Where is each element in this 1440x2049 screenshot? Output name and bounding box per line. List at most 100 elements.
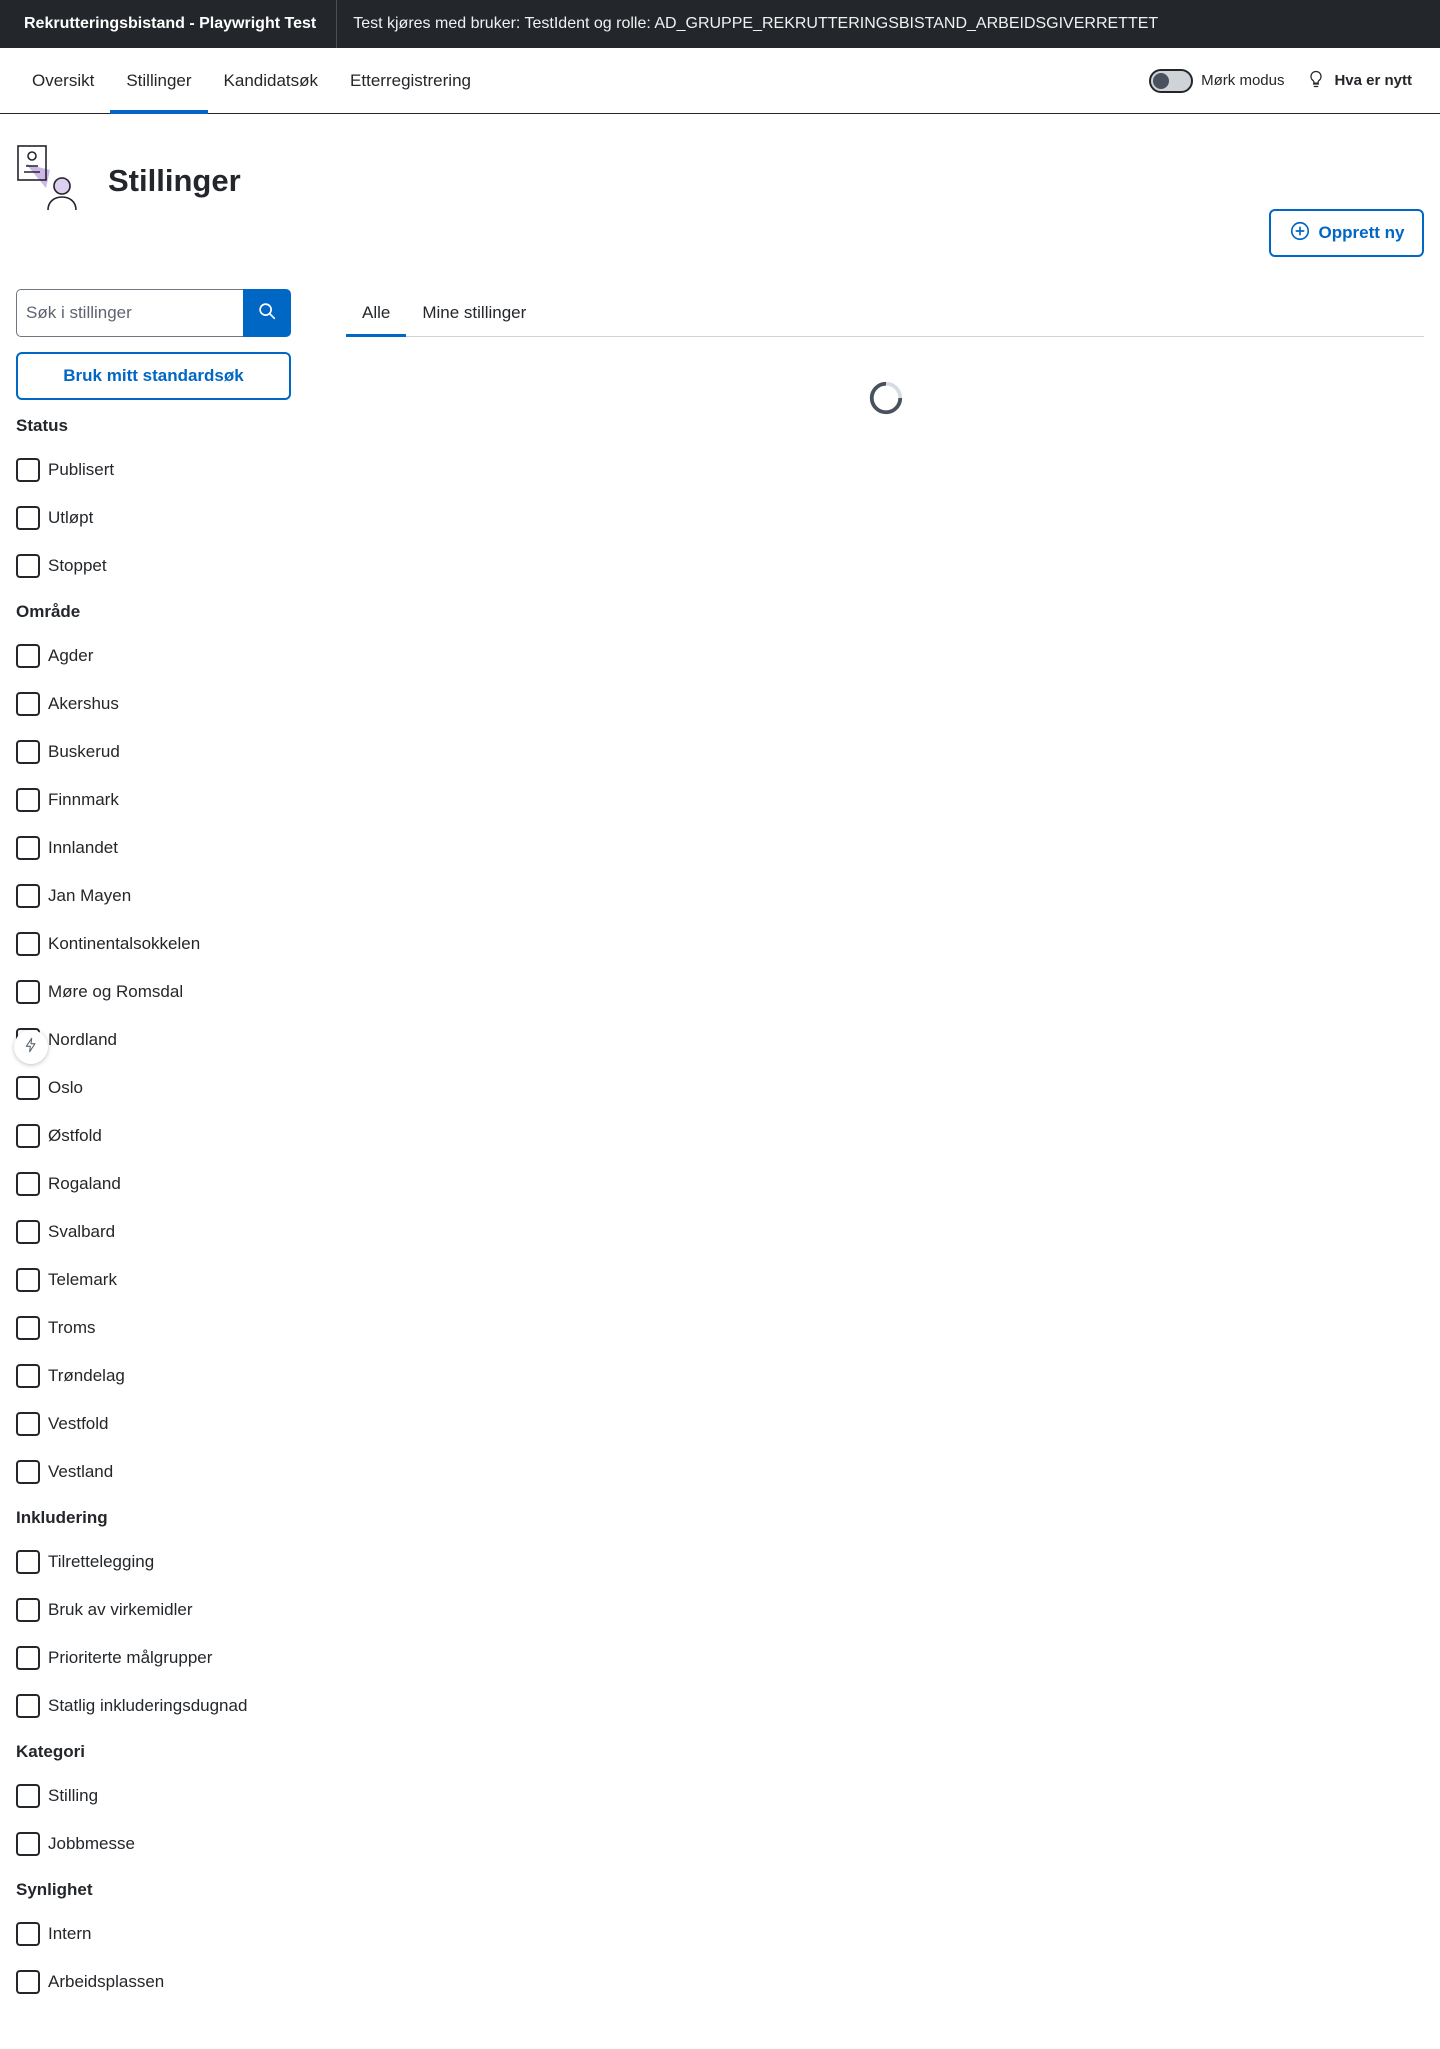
nav-tab-oversikt[interactable]: Oversikt [16, 48, 110, 113]
filter-sidebar: Søk i stillinger Bruk mitt standardsøk S… [16, 289, 291, 2006]
checkbox-box[interactable] [16, 1364, 40, 1388]
checkbox-box[interactable] [16, 1646, 40, 1670]
checkbox-jan-mayen[interactable]: Jan Mayen [16, 872, 291, 920]
nav-tab-etterregistrering[interactable]: Etterregistrering [334, 48, 487, 113]
checkbox-box[interactable] [16, 740, 40, 764]
search-input[interactable]: Søk i stillinger [16, 289, 243, 337]
checkbox-box[interactable] [16, 1460, 40, 1484]
floating-widget-button[interactable] [14, 1030, 48, 1064]
nav-tab-stillinger[interactable]: Stillinger [110, 48, 208, 114]
checkbox-box[interactable] [16, 692, 40, 716]
checkbox-box[interactable] [16, 1220, 40, 1244]
checkbox-tilrettelegging[interactable]: Tilrettelegging [16, 1538, 291, 1586]
filter-group-status: Status Publisert Utløpt Stoppet [16, 414, 291, 590]
checkbox-label: Tilrettelegging [48, 1552, 155, 1571]
checkbox-bruk-av-virkemidler[interactable]: Bruk av virkemidler [16, 1586, 291, 1634]
checkbox-stoppet[interactable]: Stoppet [16, 542, 291, 590]
checkbox-box[interactable] [16, 1922, 40, 1946]
checkbox-jobbmesse[interactable]: Jobbmesse [16, 1820, 291, 1868]
dark-mode-toggle[interactable]: Mørk modus [1149, 68, 1285, 93]
checkbox-label: Intern [48, 1924, 92, 1943]
checkbox-box[interactable] [16, 1316, 40, 1340]
whats-new-button[interactable]: Hva er nytt [1306, 69, 1412, 93]
checkbox-ostfold[interactable]: Østfold [16, 1112, 291, 1160]
checkbox-troms[interactable]: Troms [16, 1304, 291, 1352]
checkbox-label: Utløpt [48, 508, 94, 527]
checkbox-label: Vestfold [48, 1414, 109, 1433]
checkbox-statlig-inkluderingsdugnad[interactable]: Statlig inkluderingsdugnad [16, 1682, 291, 1730]
checkbox-box[interactable] [16, 836, 40, 860]
tab-alle[interactable]: Alle [346, 289, 407, 337]
checkbox-telemark[interactable]: Telemark [16, 1256, 291, 1304]
checkbox-label: Møre og Romsdal [48, 982, 184, 1001]
test-user-info: Test kjøres med bruker: TestIdent og rol… [353, 15, 1159, 32]
nav-tab-kandidatsok[interactable]: Kandidatsøk [208, 48, 335, 113]
checkbox-label: Prioriterte målgrupper [48, 1648, 213, 1667]
checkbox-box[interactable] [16, 788, 40, 812]
toggle-switch[interactable] [1149, 68, 1194, 93]
checkbox-box[interactable] [16, 1268, 40, 1292]
checkbox-intern[interactable]: Intern [16, 1910, 291, 1958]
checkbox-label: Akershus [48, 694, 119, 713]
tab-mine-stillinger[interactable]: Mine stillinger [406, 289, 542, 336]
standard-search-button[interactable]: Bruk mitt standardsøk [16, 352, 291, 400]
top-bar: Rekrutteringsbistand - Playwright Test T… [0, 0, 1440, 48]
checkbox-box[interactable] [16, 1694, 40, 1718]
app-title[interactable]: Rekrutteringsbistand - Playwright Test [0, 0, 338, 48]
checkbox-label: Statlig inkluderingsdugnad [48, 1696, 248, 1715]
checkbox-label: Trøndelag [48, 1366, 125, 1385]
create-new-label: Opprett ny [1318, 223, 1405, 242]
checkbox-akershus[interactable]: Akershus [16, 680, 291, 728]
page-header: Stillinger [16, 144, 241, 217]
search-button[interactable] [243, 289, 291, 337]
dark-mode-label: Mørk modus [1201, 72, 1285, 89]
checkbox-innlandet[interactable]: Innlandet [16, 824, 291, 872]
checkbox-box[interactable] [16, 1076, 40, 1100]
checkbox-more-og-romsdal[interactable]: Møre og Romsdal [16, 968, 291, 1016]
checkbox-kontinentalsokkelen[interactable]: Kontinentalsokkelen [16, 920, 291, 968]
checkbox-oslo[interactable]: Oslo [16, 1064, 291, 1112]
checkbox-trondelag[interactable]: Trøndelag [16, 1352, 291, 1400]
checkbox-box[interactable] [16, 1124, 40, 1148]
checkbox-box[interactable] [16, 1172, 40, 1196]
checkbox-label: Stilling [48, 1786, 99, 1805]
checkbox-box[interactable] [16, 932, 40, 956]
checkbox-label: Kontinentalsokkelen [48, 934, 201, 953]
filter-group-title: Kategori [16, 1742, 85, 1761]
checkbox-stilling[interactable]: Stilling [16, 1772, 291, 1820]
checkbox-label: Agder [48, 646, 94, 665]
checkbox-finnmark[interactable]: Finnmark [16, 776, 291, 824]
checkbox-vestland[interactable]: Vestland [16, 1448, 291, 1496]
checkbox-label: Innlandet [48, 838, 118, 857]
filter-group-kategori: Kategori Stilling Jobbmesse [16, 1740, 291, 1868]
checkbox-box[interactable] [16, 980, 40, 1004]
lightning-icon [23, 1037, 39, 1058]
checkbox-label: Jan Mayen [48, 886, 132, 905]
checkbox-box[interactable] [16, 1412, 40, 1436]
checkbox-rogaland[interactable]: Rogaland [16, 1160, 291, 1208]
checkbox-box[interactable] [16, 644, 40, 668]
checkbox-box[interactable] [16, 1598, 40, 1622]
checkbox-utlopt[interactable]: Utløpt [16, 494, 291, 542]
checkbox-box[interactable] [16, 1550, 40, 1574]
checkbox-box[interactable] [16, 1784, 40, 1808]
checkbox-box[interactable] [16, 884, 40, 908]
checkbox-box[interactable] [16, 1970, 40, 1994]
checkbox-prioriterte-malgrupper[interactable]: Prioriterte målgrupper [16, 1634, 291, 1682]
checkbox-arbeidsplassen[interactable]: Arbeidsplassen [16, 1958, 291, 2006]
checkbox-box[interactable] [16, 506, 40, 530]
filter-group-inkludering: Inkludering Tilrettelegging Bruk av virkem… [16, 1506, 291, 1730]
filter-group-title: Område [16, 602, 81, 621]
checkbox-buskerud[interactable]: Buskerud [16, 728, 291, 776]
checkbox-box[interactable] [16, 1832, 40, 1856]
checkbox-box[interactable] [16, 554, 40, 578]
checkbox-vestfold[interactable]: Vestfold [16, 1400, 291, 1448]
checkbox-box[interactable] [16, 458, 40, 482]
checkbox-label: Arbeidsplassen [48, 1972, 165, 1991]
checkbox-agder[interactable]: Agder [16, 632, 291, 680]
create-new-button[interactable]: Opprett ny [1269, 209, 1424, 257]
checkbox-nordland[interactable]: Nordland [16, 1016, 291, 1064]
checkbox-svalbard[interactable]: Svalbard [16, 1208, 291, 1256]
checkbox-label: Telemark [48, 1270, 117, 1289]
checkbox-publisert[interactable]: Publisert [16, 446, 291, 494]
